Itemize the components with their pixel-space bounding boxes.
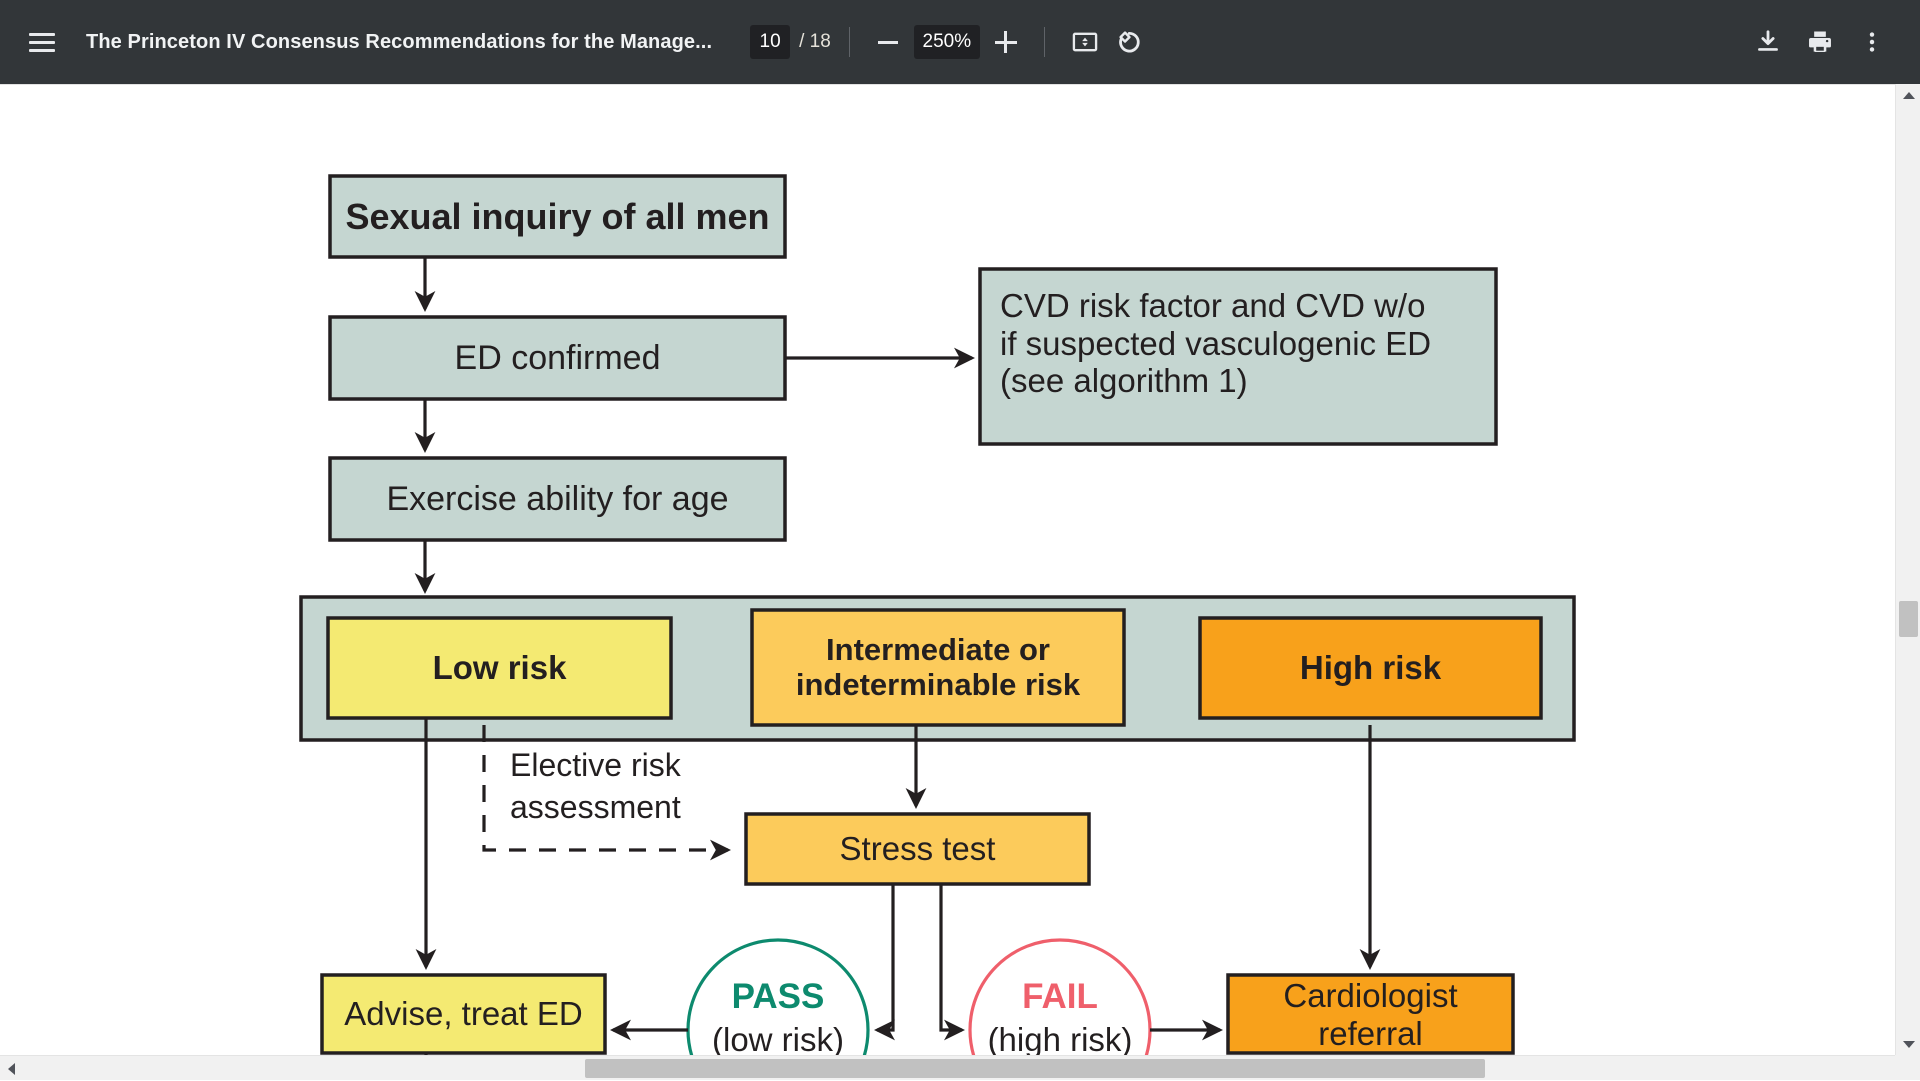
plus-icon	[995, 31, 1017, 53]
vertical-scrollbar-thumb[interactable]	[1899, 601, 1918, 637]
zoom-level-display[interactable]: 250%	[914, 25, 980, 59]
pdf-viewer-content[interactable]: Sexual inquiry of all men ED confirmed C…	[0, 84, 1920, 1080]
print-icon[interactable]	[1794, 16, 1846, 68]
pdf-page: Sexual inquiry of all men ED confirmed C…	[0, 84, 1895, 1054]
hamburger-bar	[29, 49, 55, 52]
document-title: The Princeton IV Consensus Recommendatio…	[86, 31, 712, 54]
toolbar-right-actions	[1742, 16, 1898, 68]
page-total-label: / 18	[799, 31, 831, 53]
zoom-in-button[interactable]	[986, 22, 1026, 62]
toolbar-divider	[1044, 27, 1045, 57]
zoom-out-button[interactable]	[868, 22, 908, 62]
rotate-counterclockwise-icon[interactable]	[1107, 20, 1151, 64]
scroll-left-arrow-icon[interactable]	[0, 1056, 22, 1081]
zoom-controls: 250%	[868, 22, 1026, 62]
scrollbar-corner	[1895, 1055, 1920, 1080]
horizontal-scrollbar-thumb[interactable]	[585, 1059, 1485, 1078]
scroll-down-arrow-icon[interactable]	[1896, 1033, 1920, 1055]
clinical-algorithm-flowchart: Sexual inquiry of all men ED confirmed C…	[0, 85, 1895, 1055]
minus-icon	[878, 41, 898, 44]
fit-to-page-icon[interactable]	[1063, 20, 1107, 64]
flowchart-graphics	[0, 85, 1895, 1055]
scroll-up-arrow-icon[interactable]	[1896, 84, 1920, 106]
toolbar-divider	[849, 27, 850, 57]
horizontal-scrollbar[interactable]	[0, 1055, 1920, 1080]
download-icon[interactable]	[1742, 16, 1794, 68]
hamburger-bar	[29, 41, 55, 44]
page-navigation: / 18	[750, 25, 831, 59]
hamburger-bar	[29, 33, 55, 36]
more-options-icon[interactable]	[1846, 16, 1898, 68]
pdf-viewer-toolbar: The Princeton IV Consensus Recommendatio…	[0, 0, 1920, 84]
hamburger-menu-icon[interactable]	[20, 20, 64, 64]
page-number-input[interactable]	[750, 25, 790, 59]
vertical-scrollbar[interactable]	[1895, 84, 1920, 1055]
